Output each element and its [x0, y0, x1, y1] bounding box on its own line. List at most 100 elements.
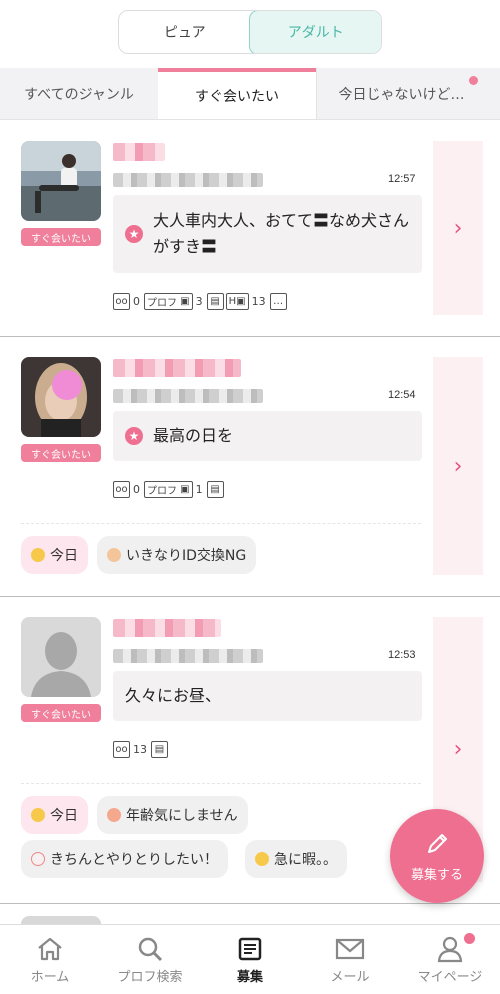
tag-chip: いきなりID交換NG — [97, 536, 257, 574]
open-post-arrow[interactable]: › — [433, 357, 483, 575]
post-time: 12:57 — [388, 173, 416, 185]
smile-emoji-icon — [31, 548, 45, 562]
post-card[interactable]: すぐ会いたい 12:54 ★ 最高の日を oo 0 プロフ ▣ 1 ▤ 今日 い… — [0, 337, 500, 597]
post-stats: oo 13 ▤ — [113, 741, 168, 758]
category-badge: すぐ会いたい — [21, 444, 101, 462]
person-emoji-icon — [107, 808, 121, 822]
nav-my-page[interactable]: マイページ — [400, 925, 500, 994]
chat-icon: … — [269, 293, 287, 310]
prof-label: プロフ — [147, 298, 177, 309]
profile-info-blurred — [113, 389, 263, 403]
star-icon: ★ — [125, 427, 143, 445]
tag-label: 急に暇。。 — [274, 852, 337, 868]
document-icon: ▤ — [206, 293, 224, 310]
smile-emoji-icon — [31, 808, 45, 822]
tab-not-today-label: 今日じゃないけど… — [338, 86, 465, 103]
document-list-icon — [237, 934, 263, 964]
tab-not-today[interactable]: 今日じゃないけど… — [316, 68, 486, 119]
person-emoji-icon — [107, 548, 121, 562]
profile-photo-icon: プロフ ▣ — [144, 481, 193, 498]
notification-dot — [464, 933, 475, 944]
glasses-icon: oo — [113, 741, 130, 758]
avatar-photo — [21, 357, 101, 437]
photos-count: 1 — [195, 483, 203, 496]
nav-profile-search-label: プロフ検索 — [117, 970, 183, 985]
post-message-text: 最高の日を — [153, 426, 234, 445]
photos-count: 3 — [195, 295, 203, 308]
tag-chip: 年齢気にしません — [97, 796, 248, 834]
category-badge: すぐ会いたい — [21, 704, 101, 722]
document-icon: ▤ — [151, 741, 168, 758]
create-post-label: 募集する — [410, 867, 463, 883]
post-message: 久々にお昼、 — [113, 671, 422, 721]
glasses-icon: oo — [113, 293, 130, 310]
home-icon — [36, 934, 64, 964]
love-letter-emoji-icon — [31, 852, 45, 866]
views-count: 13 — [133, 743, 147, 756]
tag-label: 今日 — [50, 808, 78, 824]
h-photos-count: 13 — [251, 295, 266, 308]
genre-tabs: すべてのジャンル すぐ会いたい 今日じゃないけど… — [0, 68, 500, 120]
nav-home[interactable]: ホーム — [0, 925, 100, 994]
username-blurred — [113, 143, 165, 161]
tag-label: 年齢気にしません — [126, 808, 238, 824]
search-icon — [136, 934, 164, 964]
views-count: 0 — [133, 295, 140, 308]
nav-recruit-label: 募集 — [236, 970, 263, 985]
tag-chip: 今日 — [21, 796, 88, 834]
default-avatar-silhouette — [21, 617, 101, 697]
create-post-button[interactable]: 募集する — [390, 809, 484, 903]
document-icon: ▤ — [206, 481, 224, 498]
username-blurred — [113, 619, 221, 637]
glasses-icon: oo — [113, 481, 130, 498]
nav-mail-label: メール — [330, 970, 370, 985]
post-time: 12:53 — [388, 649, 416, 661]
divider — [21, 523, 421, 524]
tab-want-to-meet-now[interactable]: すぐ会いたい — [158, 68, 316, 119]
divider — [21, 783, 421, 784]
post-stats: oo 0 プロフ ▣ 3 ▤ H▣ 13 … — [113, 293, 287, 310]
category-badge: すぐ会いたい — [21, 228, 101, 246]
nav-profile-search[interactable]: プロフ検索 — [100, 925, 200, 994]
nav-mail[interactable]: メール — [300, 925, 400, 994]
avatar[interactable] — [21, 141, 101, 221]
mail-icon — [335, 934, 365, 964]
views-count: 0 — [133, 483, 140, 496]
profile-photo-icon: プロフ ▣ — [144, 293, 193, 310]
tab-overflow — [486, 68, 500, 119]
bottom-nav: ホーム プロフ検索 募集 メール マイページ — [0, 924, 500, 994]
tag-label: 今日 — [50, 548, 78, 564]
post-message-text: 久々にお昼、 — [125, 686, 222, 705]
tag-chip: 今日 — [21, 536, 88, 574]
avatar[interactable] — [21, 357, 101, 437]
avatar-photo — [21, 141, 101, 221]
pure-adult-toggle: ピュア アダルト — [118, 10, 382, 54]
tab-all-genres[interactable]: すべてのジャンル — [0, 68, 158, 119]
user-icon — [436, 934, 464, 964]
nav-my-page-label: マイページ — [417, 970, 483, 985]
notification-dot — [469, 76, 478, 85]
toggle-adult-button[interactable]: アダルト — [249, 11, 381, 53]
avatar[interactable] — [21, 617, 101, 697]
pencil-icon — [428, 833, 447, 853]
post-message-text: 大人車内大人、おてて〓なめ犬さんがすき〓 — [153, 211, 410, 256]
tag-chip: 急に暇。。 — [245, 840, 347, 878]
profile-info-blurred — [113, 649, 263, 663]
weary-emoji-icon — [255, 852, 269, 866]
tag-label: きちんとやりとりしたい！ — [50, 852, 218, 868]
post-card[interactable]: すぐ会いたい 12:57 ★ 大人車内大人、おてて〓なめ犬さんがすき〓 oo 0… — [0, 121, 500, 337]
nav-home-label: ホーム — [30, 970, 70, 985]
post-stats: oo 0 プロフ ▣ 1 ▤ — [113, 481, 224, 498]
tag-chip: きちんとやりとりしたい！ — [21, 840, 228, 878]
next-avatar-peek — [21, 916, 101, 924]
tag-label: いきなりID交換NG — [126, 548, 247, 564]
open-post-arrow[interactable]: › — [433, 141, 483, 315]
profile-info-blurred — [113, 173, 263, 187]
nav-recruit[interactable]: 募集 — [200, 925, 300, 994]
post-message: ★ 最高の日を — [113, 411, 422, 461]
prof-label: プロフ — [147, 486, 177, 497]
h-photo-icon: H▣ — [225, 293, 249, 310]
post-message: ★ 大人車内大人、おてて〓なめ犬さんがすき〓 — [113, 195, 422, 273]
username-blurred — [113, 359, 241, 377]
toggle-pure-button[interactable]: ピュア — [119, 11, 251, 53]
